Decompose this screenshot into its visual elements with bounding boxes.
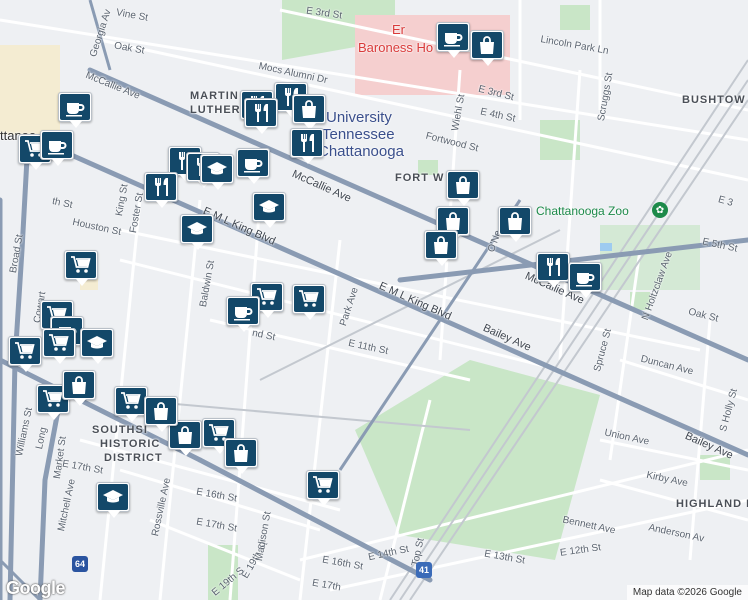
route-41-shield: 41 <box>416 562 432 578</box>
marker-grocery-cart[interactable] <box>292 284 326 320</box>
marker-grocery-cart[interactable] <box>306 470 340 506</box>
marker-grocery-cart[interactable] <box>42 328 76 364</box>
marker-coffee[interactable] <box>58 92 92 128</box>
neighborhood-label: HISTORIC <box>100 438 161 450</box>
coffee-icon <box>570 264 600 290</box>
marker-restaurant[interactable] <box>244 98 278 134</box>
neighborhood-label: SOUTHSI <box>92 424 148 436</box>
interstate-64-shield: 64 <box>72 556 88 572</box>
zoo-label: Chattanooga Zoo <box>536 204 629 218</box>
hospital-label: Baroness Ho <box>358 40 434 55</box>
water <box>600 243 612 251</box>
marker-school[interactable] <box>200 154 234 190</box>
hospital-label: Er <box>392 22 405 37</box>
grocery-cart-icon <box>44 330 74 356</box>
marker-shopping-bag[interactable] <box>498 206 532 242</box>
grocery-cart-icon <box>116 388 146 414</box>
marker-coffee[interactable] <box>568 262 602 298</box>
school-icon <box>182 216 212 242</box>
school-icon <box>254 194 284 220</box>
marker-shopping-bag[interactable] <box>424 230 458 266</box>
map-canvas[interactable]: E 3rd St Vine St Oak St Georgia Av Mocs … <box>0 0 748 600</box>
university-label: University <box>326 109 392 126</box>
grocery-cart-icon <box>294 286 324 312</box>
park-area <box>560 5 590 30</box>
commercial-area <box>0 45 60 135</box>
marker-restaurant[interactable] <box>290 128 324 164</box>
school-icon <box>202 156 232 182</box>
marker-coffee[interactable] <box>40 130 74 166</box>
restaurant-icon <box>538 254 568 280</box>
marker-shopping-bag[interactable] <box>224 438 258 474</box>
coffee-icon <box>42 132 72 158</box>
marker-school[interactable] <box>180 214 214 250</box>
grocery-cart-icon <box>308 472 338 498</box>
grocery-cart-icon <box>66 252 96 278</box>
university-label: Tennessee <box>322 126 395 143</box>
coffee-icon <box>228 298 258 324</box>
shopping-bag-icon <box>448 172 478 198</box>
shopping-bag-icon <box>226 440 256 466</box>
map-attribution[interactable]: Map data ©2026 Google <box>626 585 748 600</box>
school-icon <box>98 484 128 510</box>
school-icon <box>82 330 112 356</box>
marker-shopping-bag[interactable] <box>470 30 504 66</box>
marker-shopping-bag[interactable] <box>446 170 480 206</box>
neighborhood-label: MARTIN <box>190 90 239 102</box>
neighborhood-label: BUSHTOW <box>682 94 746 106</box>
restaurant-icon <box>246 100 276 126</box>
shopping-bag-icon <box>294 96 324 122</box>
neighborhood-label: FORT W <box>395 172 445 184</box>
neighborhood-label: DISTRICT <box>104 452 163 464</box>
shopping-bag-icon <box>64 372 94 398</box>
marker-coffee[interactable] <box>226 296 260 332</box>
marker-school[interactable] <box>80 328 114 364</box>
marker-grocery-cart[interactable] <box>8 336 42 372</box>
shopping-bag-icon <box>146 398 176 424</box>
marker-school[interactable] <box>252 192 286 228</box>
shopping-bag-icon <box>426 232 456 258</box>
zoo-paw-icon: ✿ <box>652 202 668 218</box>
marker-shopping-bag[interactable] <box>144 396 178 432</box>
neighborhood-label: HIGHLAND PA <box>676 498 748 510</box>
restaurant-icon <box>292 130 322 156</box>
marker-school[interactable] <box>96 482 130 518</box>
marker-restaurant[interactable] <box>536 252 570 288</box>
coffee-icon <box>438 24 468 50</box>
coffee-icon <box>238 150 268 176</box>
marker-shopping-bag[interactable] <box>62 370 96 406</box>
university-label: Chattanooga <box>318 143 404 160</box>
marker-grocery-cart[interactable] <box>64 250 98 286</box>
marker-grocery-cart[interactable] <box>114 386 148 422</box>
restaurant-icon <box>146 174 176 200</box>
google-logo: Google <box>6 578 66 598</box>
marker-shopping-bag[interactable] <box>292 94 326 130</box>
marker-coffee[interactable] <box>436 22 470 58</box>
marker-restaurant[interactable] <box>144 172 178 208</box>
shopping-bag-icon <box>500 208 530 234</box>
grocery-cart-icon <box>10 338 40 364</box>
shopping-bag-icon <box>472 32 502 58</box>
marker-coffee[interactable] <box>236 148 270 184</box>
coffee-icon <box>60 94 90 120</box>
